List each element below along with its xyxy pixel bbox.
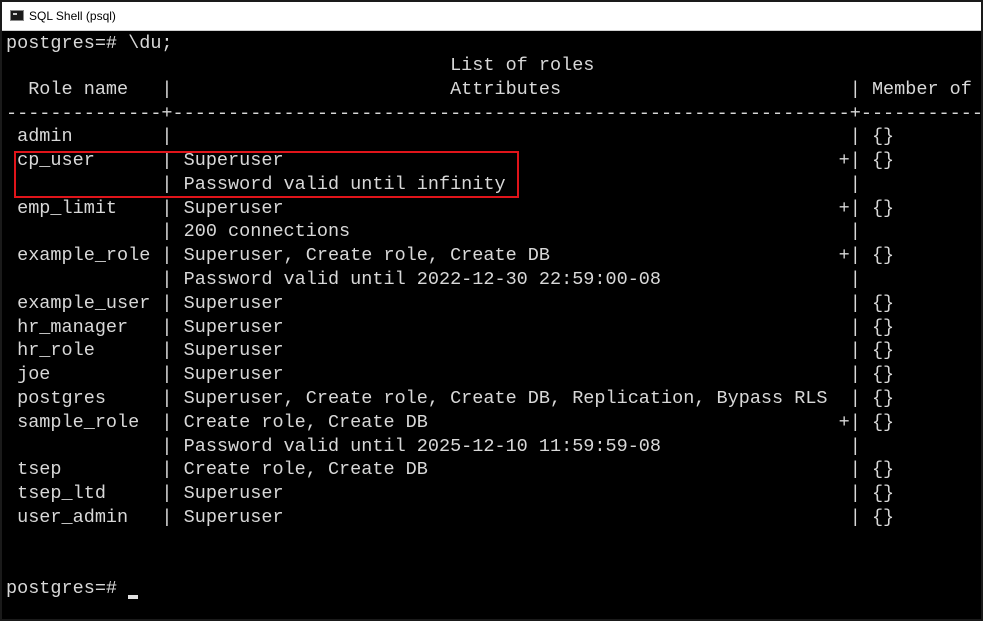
table-row: tsep | Create role, Create DB | {} — [6, 459, 895, 480]
text-cursor — [128, 595, 138, 599]
table-header: Role name | Attributes | Member of — [6, 79, 972, 100]
table-separator: --------------+-------------------------… — [6, 103, 983, 124]
table-title: List of roles — [6, 55, 595, 76]
table-row: emp_limit | Superuser +| {} — [6, 198, 895, 219]
table-row: example_role | Superuser, Create role, C… — [6, 245, 895, 266]
title-bar[interactable]: SQL Shell (psql) — [2, 2, 981, 31]
table-row: postgres | Superuser, Create role, Creat… — [6, 388, 895, 409]
table-row: hr_manager | Superuser | {} — [6, 317, 895, 338]
console-icon — [10, 10, 24, 21]
window-title: SQL Shell (psql) — [29, 9, 116, 23]
table-row: admin | | {} — [6, 126, 895, 147]
highlight-box — [14, 151, 519, 198]
table-row: example_user | Superuser | {} — [6, 293, 895, 314]
table-row: joe | Superuser | {} — [6, 364, 895, 385]
table-row: hr_role | Superuser | {} — [6, 340, 895, 361]
terminal-output[interactable]: postgres=# \du; List of roles Role name … — [2, 31, 981, 619]
psql-window: SQL Shell (psql) postgres=# \du; List of… — [0, 0, 983, 621]
table-row: | Password valid until 2025-12-10 11:59:… — [6, 436, 861, 457]
prompt-line[interactable]: postgres=# — [6, 577, 128, 601]
table-row: sample_role | Create role, Create DB +| … — [6, 412, 895, 433]
command-line: postgres=# \du; — [6, 33, 173, 54]
table-row: tsep_ltd | Superuser | {} — [6, 483, 895, 504]
table-row: user_admin | Superuser | {} — [6, 507, 895, 528]
table-row: | 200 connections | — [6, 221, 861, 242]
table-row: | Password valid until 2022-12-30 22:59:… — [6, 269, 861, 290]
